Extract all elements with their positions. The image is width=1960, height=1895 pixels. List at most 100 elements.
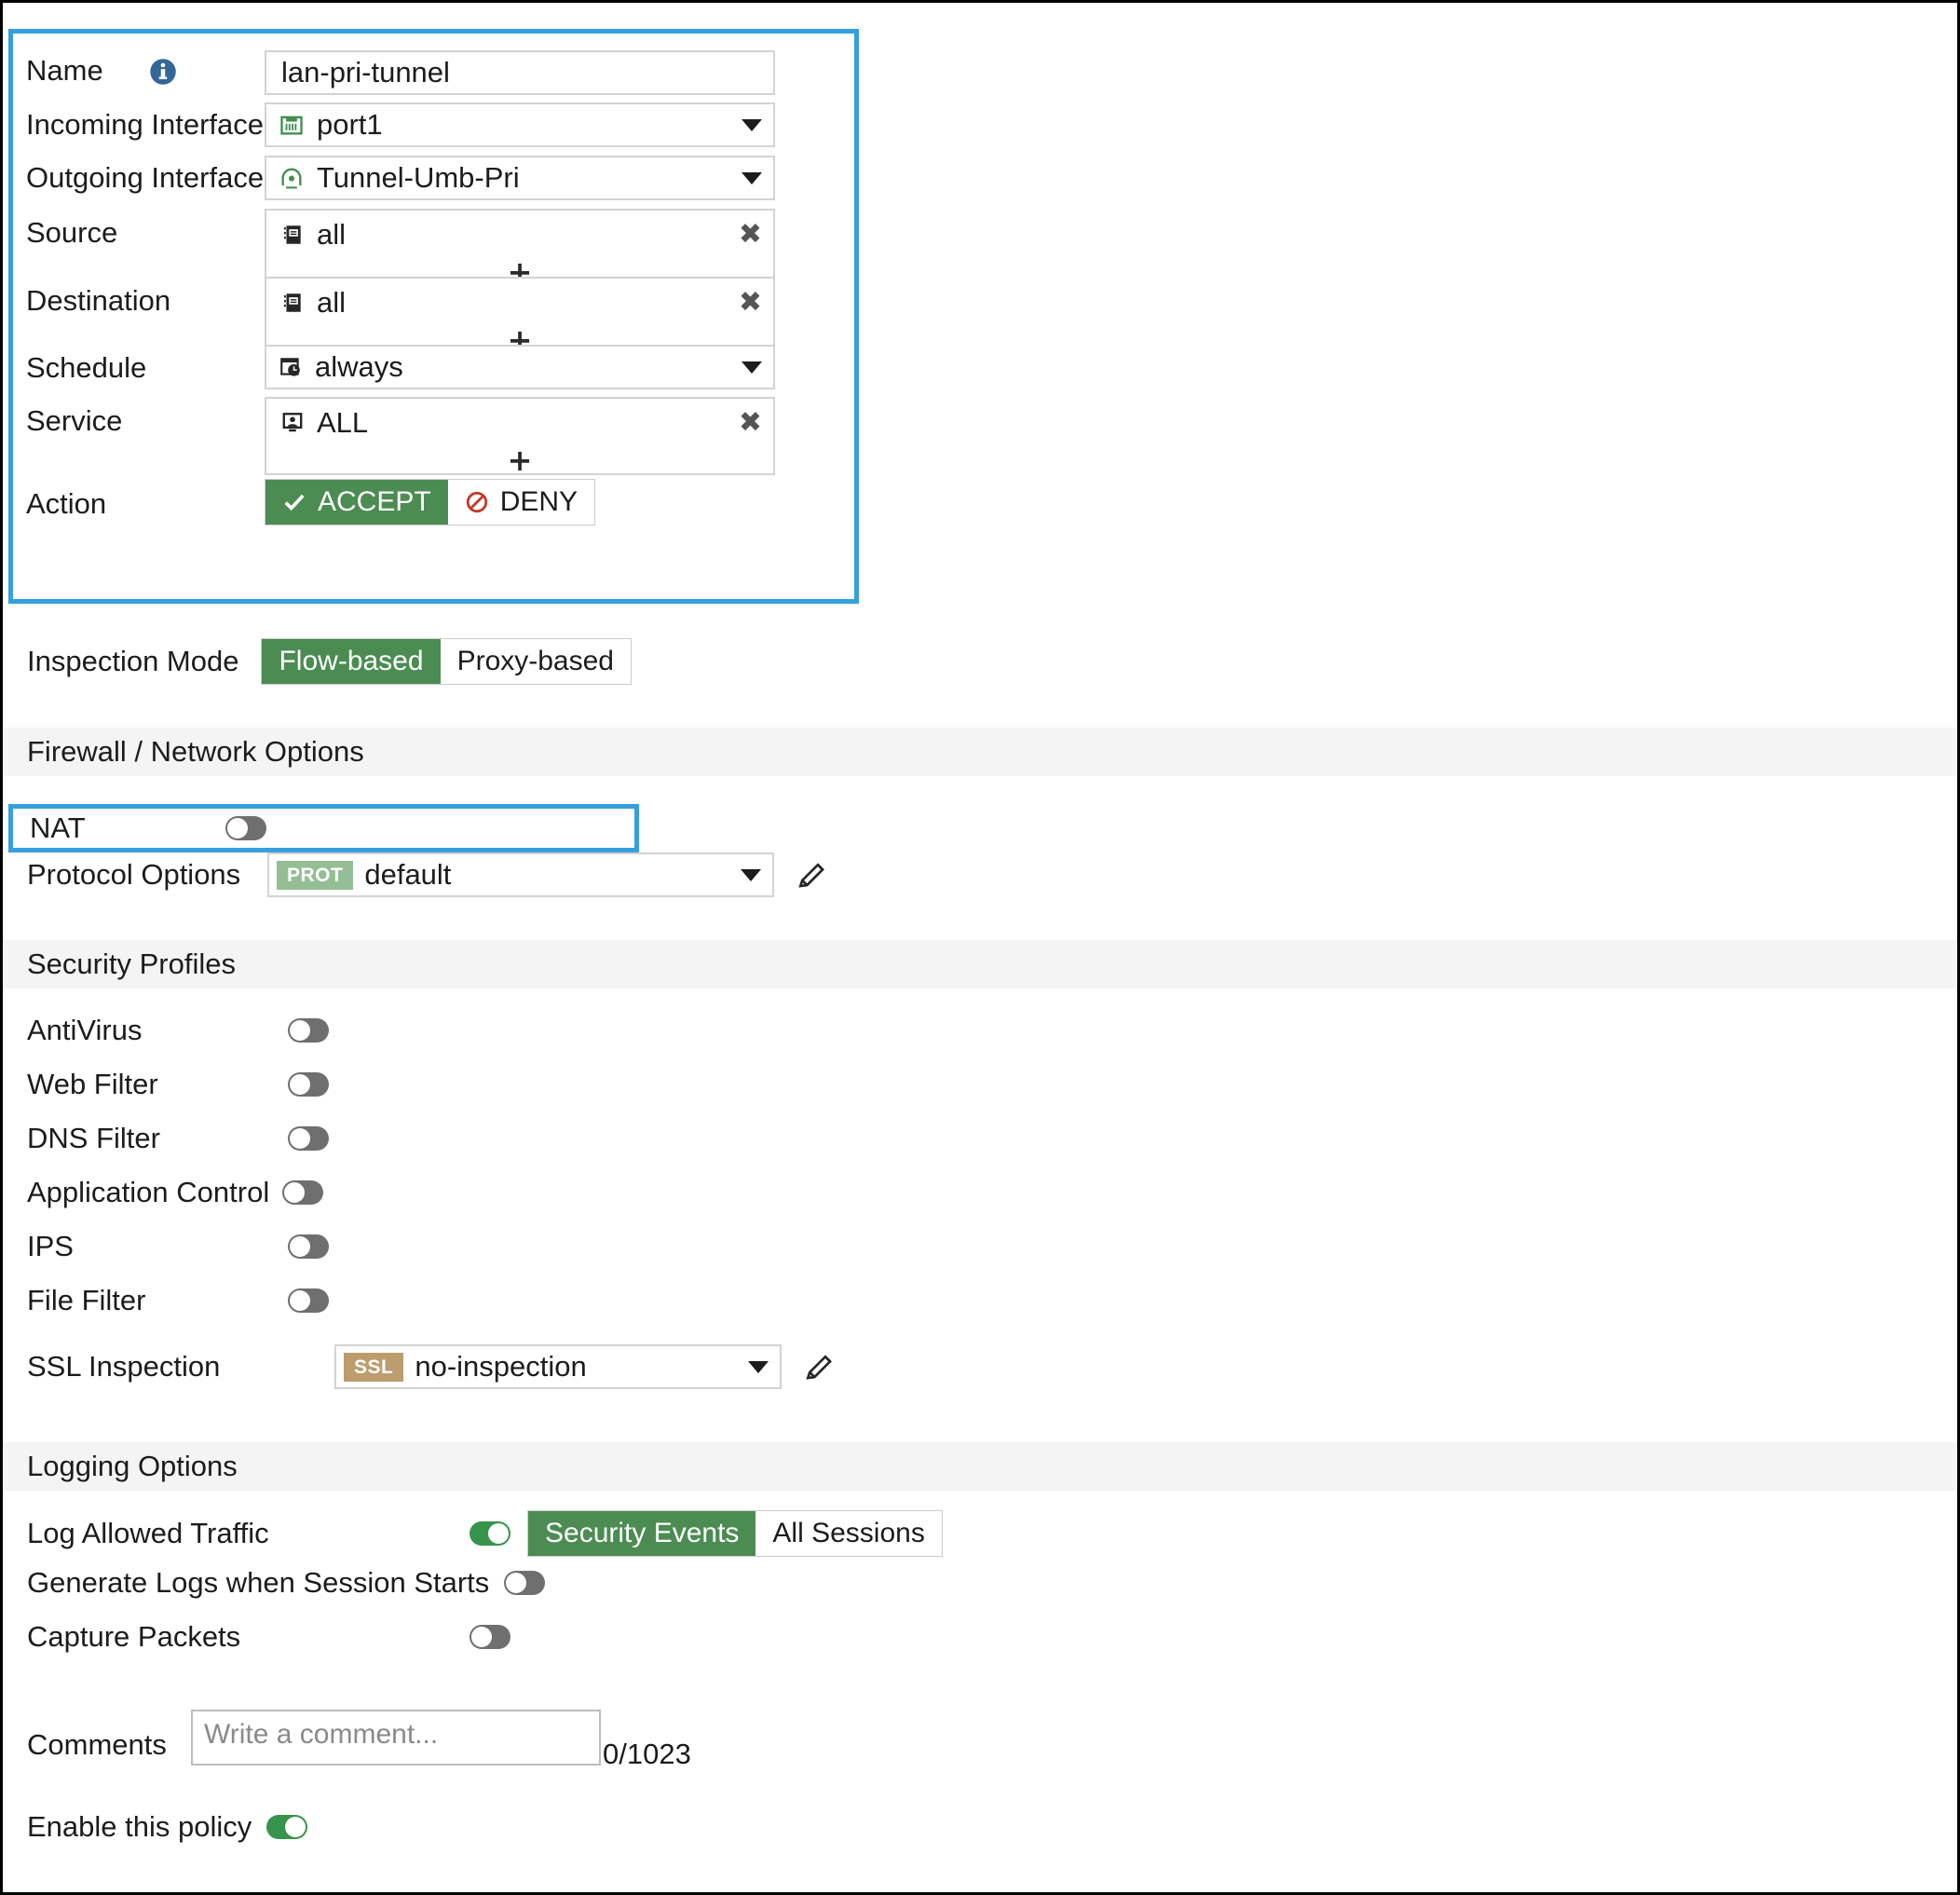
log-allowed-traffic-label: Log Allowed Traffic xyxy=(27,1517,269,1549)
incoming-interface-value: port1 xyxy=(317,108,383,141)
log-security-events-button[interactable]: Security Events xyxy=(528,1511,756,1556)
field-row-incoming-interface: Incoming Interface xyxy=(26,108,264,142)
action-deny-label: DENY xyxy=(499,486,578,517)
field-row-source: Source xyxy=(26,216,117,250)
outgoing-interface-label: Outgoing Interface xyxy=(26,161,265,194)
inspection-mode-label: Inspection Mode xyxy=(27,645,239,677)
file-filter-label: File Filter xyxy=(27,1284,146,1316)
comments-label: Comments xyxy=(27,1728,167,1761)
pencil-icon[interactable] xyxy=(796,859,828,891)
capture-packets-toggle[interactable] xyxy=(470,1625,510,1649)
destination-item-label: all xyxy=(317,286,347,319)
dns-filter-label: DNS Filter xyxy=(27,1122,160,1154)
action-accept-label: ACCEPT xyxy=(318,486,431,517)
generate-logs-session-start-label: Generate Logs when Session Starts xyxy=(27,1566,490,1599)
protocol-options-select[interactable]: PROT default xyxy=(267,852,774,897)
capture-packets-row: Capture Packets xyxy=(27,1620,510,1654)
calendar-clock-icon xyxy=(278,354,304,380)
incoming-interface-label: Incoming Interface xyxy=(26,108,265,141)
chevron-down-icon[interactable] xyxy=(742,118,762,131)
dns-filter-toggle[interactable] xyxy=(288,1126,329,1151)
source-item-label: all xyxy=(317,218,347,251)
pencil-icon[interactable] xyxy=(804,1351,836,1383)
section-header-logging-options: Logging Options xyxy=(3,1442,1957,1491)
enable-policy-toggle[interactable] xyxy=(266,1815,308,1839)
ssl-inspection-select[interactable]: SSL no-inspection xyxy=(334,1344,782,1389)
file-filter-toggle[interactable] xyxy=(288,1288,329,1313)
source-item: all ✖ xyxy=(266,211,773,253)
name-input[interactable]: lan-pri-tunnel xyxy=(265,50,775,95)
inspection-mode-proxy-based-button[interactable]: Proxy-based xyxy=(440,639,631,684)
destination-list[interactable]: all ✖ + xyxy=(265,277,775,355)
destination-label: Destination xyxy=(26,284,171,317)
name-label: Name xyxy=(26,54,103,87)
ssl-inspection-value: no-inspection xyxy=(415,1350,587,1383)
chevron-down-icon[interactable] xyxy=(742,361,762,374)
nat-toggle[interactable] xyxy=(225,816,266,840)
action-segmented-control: ACCEPT DENY xyxy=(265,479,596,525)
action-accept-button[interactable]: ACCEPT xyxy=(265,480,448,525)
application-control-toggle[interactable] xyxy=(282,1180,324,1205)
service-item-remove-icon[interactable]: ✖ xyxy=(739,409,762,437)
address-book-icon xyxy=(279,222,306,248)
incoming-interface-select[interactable]: port1 xyxy=(265,102,775,147)
schedule-select[interactable]: always xyxy=(265,345,775,389)
chevron-down-icon[interactable] xyxy=(742,171,762,184)
protocol-options-value: default xyxy=(364,858,452,891)
deny-icon xyxy=(465,490,489,514)
service-item-label: ALL xyxy=(317,406,369,439)
ssl-inspection-row: SSL Inspection SSL no-inspection xyxy=(27,1344,836,1389)
action-label: Action xyxy=(26,487,107,520)
web-filter-toggle[interactable] xyxy=(288,1072,329,1097)
web-filter-label: Web Filter xyxy=(27,1068,158,1100)
application-control-label: Application Control xyxy=(27,1176,270,1208)
service-add-button[interactable]: + xyxy=(266,442,773,475)
policy-main-fields-panel: Name lan-pri-tunnel Incoming Interface p… xyxy=(8,29,859,604)
nat-label: NAT xyxy=(30,811,86,844)
security-profile-row-web-filter: Web Filter xyxy=(27,1068,329,1101)
inspection-mode-flow-based-button[interactable]: Flow-based xyxy=(262,639,441,684)
name-input-value: lan-pri-tunnel xyxy=(281,56,450,89)
section-title-firewall-network-options: Firewall / Network Options xyxy=(27,735,364,768)
address-book-icon xyxy=(279,290,306,316)
inspection-mode-row: Inspection Mode Flow-based Proxy-based xyxy=(27,638,632,685)
log-allowed-traffic-row: Log Allowed Traffic Security Events All … xyxy=(27,1510,943,1557)
enable-policy-row: Enable this policy xyxy=(27,1810,308,1844)
policy-edit-page: Name lan-pri-tunnel Incoming Interface p… xyxy=(0,0,1960,1895)
field-row-name: Name xyxy=(26,54,177,88)
field-row-schedule: Schedule xyxy=(26,351,146,385)
service-monitor-icon xyxy=(279,410,306,436)
log-allowed-traffic-toggle[interactable] xyxy=(470,1521,510,1546)
generate-logs-session-start-toggle[interactable] xyxy=(504,1571,546,1595)
ssl-inspection-badge: SSL xyxy=(344,1352,404,1382)
comments-row: Comments 0/1023 xyxy=(27,1710,691,1771)
antivirus-label: AntiVirus xyxy=(27,1014,143,1046)
section-header-security-profiles: Security Profiles xyxy=(3,940,1957,988)
chevron-down-icon[interactable] xyxy=(741,868,761,881)
security-profile-row-application-control: Application Control xyxy=(27,1176,324,1209)
schedule-label: Schedule xyxy=(26,351,147,384)
security-profile-row-file-filter: File Filter xyxy=(27,1284,329,1317)
outgoing-interface-select[interactable]: Tunnel-Umb-Pri xyxy=(265,156,775,200)
section-header-firewall-network-options: Firewall / Network Options xyxy=(3,728,1957,776)
source-item-remove-icon[interactable]: ✖ xyxy=(739,221,762,249)
ips-toggle[interactable] xyxy=(288,1234,329,1259)
destination-item: all ✖ xyxy=(266,279,773,321)
section-title-logging-options: Logging Options xyxy=(27,1450,238,1482)
service-list[interactable]: ALL ✖ + xyxy=(265,397,775,475)
antivirus-toggle[interactable] xyxy=(288,1018,329,1043)
ethernet-port-icon xyxy=(278,111,306,139)
destination-item-remove-icon[interactable]: ✖ xyxy=(739,289,762,317)
field-row-action: Action xyxy=(26,487,106,521)
chevron-down-icon[interactable] xyxy=(748,1360,769,1373)
log-all-sessions-button[interactable]: All Sessions xyxy=(755,1511,942,1556)
service-label: Service xyxy=(26,404,123,437)
section-title-security-profiles: Security Profiles xyxy=(27,948,236,980)
action-deny-button[interactable]: DENY xyxy=(447,480,595,525)
comments-character-counter: 0/1023 xyxy=(603,1738,691,1770)
field-row-service: Service xyxy=(26,404,122,438)
comments-input[interactable] xyxy=(191,1710,601,1765)
source-list[interactable]: all ✖ + xyxy=(265,209,775,287)
info-icon[interactable] xyxy=(149,58,177,86)
generate-logs-session-start-row: Generate Logs when Session Starts xyxy=(27,1566,546,1600)
